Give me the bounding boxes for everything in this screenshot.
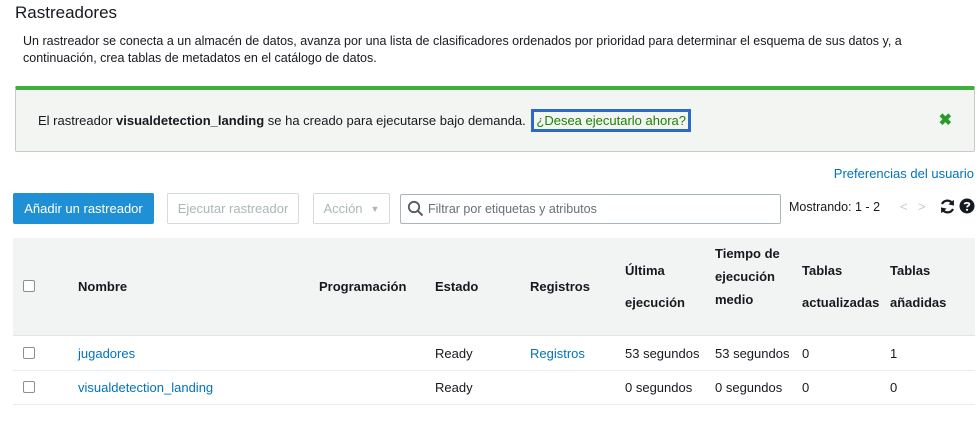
- cell-state: Ready: [435, 346, 473, 361]
- column-median-runtime[interactable]: Tiempo de ejecución medio: [715, 242, 780, 312]
- action-dropdown[interactable]: Acción ▼: [313, 193, 390, 224]
- column-last-runtime[interactable]: Última ejecución: [625, 259, 685, 315]
- table-row[interactable]: jugadores Ready Registros 53 segundos 53…: [13, 337, 975, 371]
- cell-tables-updated: 0: [802, 346, 810, 361]
- cell-tables-added: 0: [890, 380, 898, 395]
- column-tables-added-line2: añadidas: [890, 295, 947, 310]
- search-input[interactable]: [428, 195, 768, 223]
- cell-state: Ready: [435, 380, 473, 395]
- previous-page-button[interactable]: <: [900, 199, 908, 214]
- toolbar: Añadir un rastreador Ejecutar rastreador…: [13, 193, 975, 225]
- flash-crawler-name: visualdetection_landing: [116, 113, 265, 128]
- select-all-checkbox[interactable]: [23, 280, 35, 292]
- cell-last-runtime: 0 segundos: [625, 380, 693, 395]
- column-median-runtime-line1: Tiempo de: [715, 246, 780, 261]
- close-icon[interactable]: ✖: [939, 110, 952, 130]
- run-now-link[interactable]: ¿Desea ejecutarlo ahora?: [531, 109, 691, 132]
- cell-last-runtime: 53 segundos: [625, 346, 700, 361]
- column-tables-updated[interactable]: Tablas actualizadas: [802, 259, 879, 315]
- column-tables-updated-line1: Tablas: [802, 263, 843, 278]
- column-median-runtime-line2: ejecución: [715, 269, 775, 284]
- user-preferences-link[interactable]: Preferencias del usuario: [834, 166, 974, 181]
- table-row[interactable]: visualdetection_landing Ready 0 segundos…: [13, 371, 975, 405]
- chevron-down-icon: ▼: [370, 203, 380, 214]
- column-name[interactable]: Nombre: [78, 275, 127, 299]
- page-title: Rastreadores: [15, 3, 118, 22]
- refresh-icon[interactable]: [939, 198, 956, 215]
- flash-suffix: se ha creado para ejecutarse bajo demand…: [264, 113, 526, 128]
- cell-tables-updated: 0: [802, 380, 810, 395]
- row-checkbox[interactable]: [23, 347, 35, 359]
- pagination-summary: Mostrando: 1 - 2: [789, 200, 881, 214]
- logs-link[interactable]: Registros: [530, 346, 585, 361]
- column-last-runtime-line1: Última: [625, 263, 665, 278]
- cell-tables-added: 1: [890, 346, 898, 361]
- crawler-name-link[interactable]: jugadores: [78, 346, 135, 361]
- success-flash-banner: El rastreador visualdetection_landing se…: [15, 86, 975, 152]
- column-logs: Registros: [530, 279, 590, 294]
- flash-prefix: El rastreador: [38, 113, 117, 128]
- column-tables-added-line1: Tablas: [890, 263, 931, 278]
- run-crawler-button[interactable]: Ejecutar rastreador: [167, 193, 299, 224]
- column-last-runtime-line2: ejecución: [625, 295, 685, 310]
- column-state[interactable]: Estado: [435, 275, 478, 299]
- filter-search: [400, 194, 781, 224]
- help-icon[interactable]: [959, 198, 975, 214]
- column-tables-updated-line2: actualizadas: [802, 295, 880, 310]
- row-checkbox[interactable]: [23, 381, 35, 393]
- column-schedule[interactable]: Programación: [319, 275, 406, 299]
- add-crawler-button[interactable]: Añadir un rastreador: [13, 193, 154, 224]
- action-label: Acción: [323, 201, 363, 216]
- column-median-runtime-line3: medio: [715, 292, 754, 307]
- table-header: Nombre Programación Estado Registros Últ…: [13, 238, 975, 336]
- flash-message: El rastreador visualdetection_landing se…: [38, 109, 691, 132]
- page-description: Un rastreador se conecta a un almacén de…: [23, 34, 902, 65]
- search-icon: [407, 200, 424, 217]
- column-tables-added[interactable]: Tablas añadidas: [890, 259, 946, 315]
- cell-median-runtime: 0 segundos: [715, 380, 783, 395]
- crawler-name-link[interactable]: visualdetection_landing: [78, 380, 213, 395]
- cell-median-runtime: 53 segundos: [715, 346, 790, 361]
- next-page-button[interactable]: >: [918, 199, 926, 214]
